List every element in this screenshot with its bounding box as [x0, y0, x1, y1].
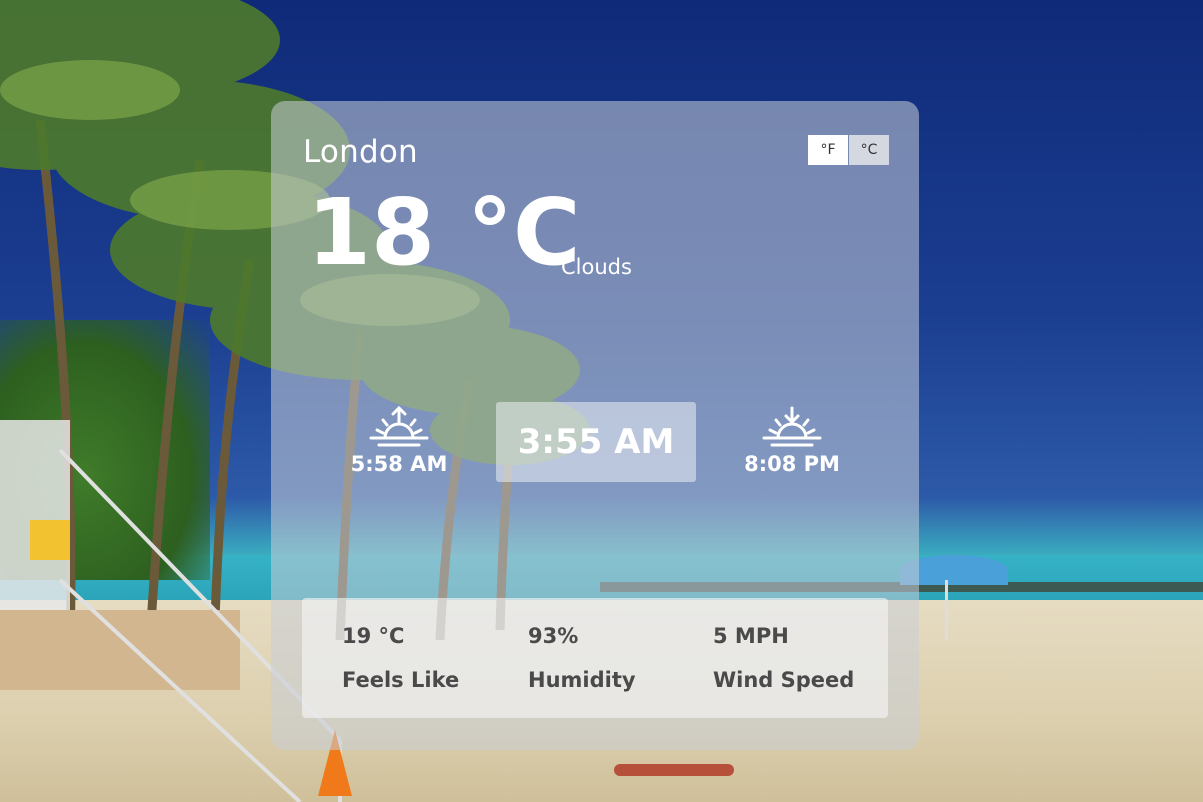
current-time: 3:55 AM	[496, 402, 696, 482]
feels-like-value: 19 °C	[342, 624, 405, 648]
sunset-block: 8:08 PM	[722, 406, 862, 476]
sunset-time: 8:08 PM	[744, 452, 840, 476]
umbrella-pole	[945, 580, 948, 640]
wind-speed-stat: 5 MPH Wind Speed	[713, 624, 854, 692]
wind-speed-label: Wind Speed	[713, 668, 855, 692]
sunrise-icon	[369, 406, 429, 447]
humidity-value: 93%	[528, 624, 579, 648]
humidity-stat: 93% Humidity	[528, 624, 636, 692]
humidity-label: Humidity	[528, 668, 636, 692]
feels-like-stat: 19 °C Feels Like	[342, 624, 459, 692]
unit-toggle: °F °C	[808, 135, 889, 165]
city-name: London	[303, 134, 418, 170]
weather-card: London °F °C 18 °C Clouds 5:58 AM 3:55 A…	[271, 101, 919, 750]
feels-like-label: Feels Like	[342, 668, 460, 692]
celsius-button[interactable]: °C	[849, 135, 889, 165]
weather-condition: Clouds	[561, 255, 632, 279]
rescue-buoy	[614, 764, 734, 776]
wind-speed-value: 5 MPH	[713, 624, 789, 648]
sunset-icon	[762, 406, 822, 447]
fahrenheit-button[interactable]: °F	[808, 135, 848, 165]
current-temperature: 18 °C	[307, 179, 581, 286]
sunrise-block: 5:58 AM	[329, 406, 469, 476]
sunrise-time: 5:58 AM	[350, 452, 448, 476]
weather-details-panel: 19 °C Feels Like 93% Humidity 5 MPH Wind…	[302, 598, 888, 718]
